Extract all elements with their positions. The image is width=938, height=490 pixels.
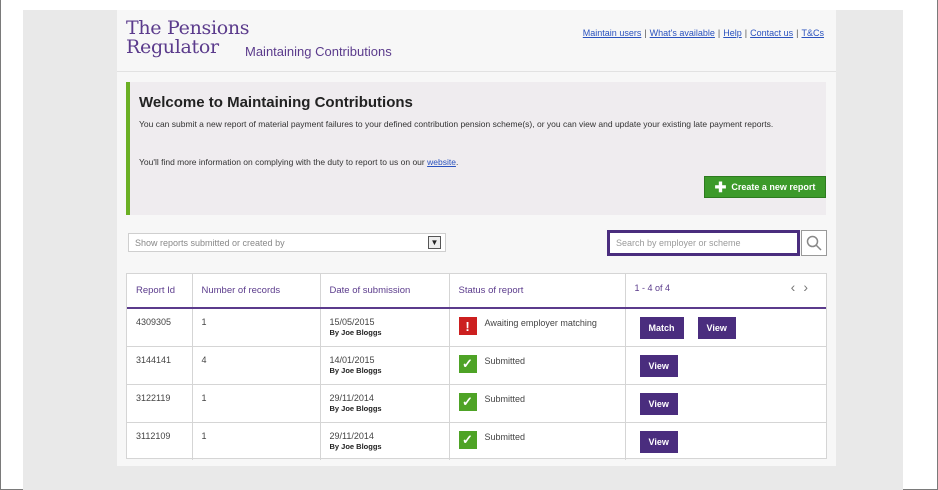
table-header-row: Report Id Number of records Date of subm… <box>127 274 826 309</box>
warning-icon: ! <box>458 317 477 335</box>
site-header: The Pensions Regulator Maintaining Contr… <box>117 10 836 72</box>
table-row: 3122119 1 29/11/2014 By Joe Bloggs ✓ Submi… <box>127 384 826 422</box>
filter-placeholder: Show reports submitted or created by <box>135 238 285 248</box>
top-links: Maintain users | What's available | Help | Con… <box>582 28 825 38</box>
row-actions: View <box>625 346 826 384</box>
table-row: 4309305 1 15/05/2015 By Joe Bloggs ! Await… <box>127 308 826 346</box>
more-info-end: . <box>455 157 459 167</box>
record-count: 1 <box>192 308 321 346</box>
date-value: 14/01/2015 <box>329 354 375 365</box>
whats-available-link[interactable]: What's available <box>650 28 715 38</box>
app-page: The Pensions Regulator Maintaining Contr… <box>117 10 836 466</box>
search-icon <box>806 235 822 251</box>
report-id: 3122119 <box>127 384 193 422</box>
submission-date: 29/11/2014 By Joe Bloggs <box>320 422 450 460</box>
date-value: 29/11/2014 <box>329 430 374 441</box>
check-icon: ✓ <box>458 392 477 411</box>
create-report-button[interactable]: ✚ Create a new report <box>704 176 826 198</box>
row-actions: View <box>625 384 826 422</box>
chevron-down-icon[interactable]: ▼ <box>428 236 441 249</box>
check-icon: ✓ <box>458 430 477 449</box>
date-value: 15/05/2015 <box>329 317 375 327</box>
help-link[interactable]: Help <box>723 28 742 38</box>
app-name: Maintaining Contributions <box>245 44 392 59</box>
table-row: 3112109 1 29/11/2014 By Joe Bloggs ✓ Submi… <box>127 422 826 460</box>
submitted-by: By Joe Bloggs <box>329 403 382 413</box>
record-count: 1 <box>192 422 321 460</box>
chevron-left-icon[interactable]: ‹ <box>791 279 804 295</box>
report-id: 3112109 <box>127 422 193 460</box>
welcome-panel: Welcome to Maintaining Contributions You… <box>126 82 826 215</box>
report-status: ! Awaiting employer matching <box>449 308 626 346</box>
terms-link[interactable]: T&Cs <box>802 28 825 38</box>
submitted-by: By Joe Bloggs <box>329 365 382 375</box>
search-placeholder: Search by employer or scheme <box>616 238 741 248</box>
plus-icon: ✚ <box>714 179 727 195</box>
submission-date: 29/11/2014 By Joe Bloggs <box>320 384 450 422</box>
submitted-by: By Joe Bloggs <box>329 328 382 337</box>
view-button[interactable]: View <box>639 392 678 415</box>
reports-filter-select[interactable]: Show reports submitted or created by ▼ <box>128 233 446 252</box>
contact-us-link[interactable]: Contact us <box>750 28 793 38</box>
more-info-text: You'll find more information on complyin… <box>139 157 428 167</box>
pager-count: 1 - 4 of 4 <box>634 283 671 293</box>
report-status: ✓ Submitted <box>449 346 626 384</box>
report-status: ✓ Submitted <box>449 384 626 422</box>
search-input[interactable]: Search by employer or scheme <box>607 230 800 256</box>
col-report-id[interactable]: Report Id <box>127 274 193 309</box>
row-actions: Match View <box>625 308 826 346</box>
status-text: Submitted <box>484 431 526 442</box>
website-link[interactable]: website <box>427 157 456 167</box>
report-id: 3144141 <box>127 346 193 384</box>
view-button[interactable]: View <box>639 354 678 377</box>
date-value: 29/11/2014 <box>329 392 374 403</box>
report-status: ✓ Submitted <box>449 422 626 460</box>
col-number-of-records[interactable]: Number of records <box>192 274 321 309</box>
status-text: Submitted <box>484 355 526 366</box>
welcome-intro: You can submit a new report of material … <box>139 119 774 129</box>
record-count: 1 <box>192 384 321 422</box>
chevron-right-icon[interactable]: › <box>803 279 816 295</box>
pagination: 1 - 4 of 4 ‹› <box>625 274 826 309</box>
col-date-of-submission[interactable]: Date of submission <box>320 274 450 309</box>
status-text: Awaiting employer matching <box>484 318 597 328</box>
check-icon: ✓ <box>458 354 477 373</box>
report-id: 4309305 <box>127 308 193 346</box>
table-row: 3144141 4 14/01/2015 By Joe Bloggs ✓ Submi… <box>127 346 826 384</box>
search-button[interactable] <box>801 230 827 256</box>
status-text: Submitted <box>484 393 526 404</box>
row-actions: View <box>625 422 826 460</box>
match-button[interactable]: Match <box>639 317 684 339</box>
submission-date: 15/05/2015 By Joe Bloggs <box>320 308 450 346</box>
create-report-label: Create a new report <box>731 182 816 192</box>
record-count: 4 <box>192 346 321 384</box>
view-button[interactable]: View <box>639 430 678 453</box>
pager-nav: ‹› <box>791 279 816 295</box>
logo[interactable]: The Pensions Regulator <box>126 19 250 58</box>
view-button[interactable]: View <box>697 317 736 339</box>
col-status-of-report[interactable]: Status of report <box>449 274 626 309</box>
welcome-more-info: You'll find more information on complyin… <box>139 156 825 169</box>
submitted-by: By Joe Bloggs <box>329 441 382 451</box>
logo-line-2: Regulator <box>126 36 219 58</box>
submission-date: 14/01/2015 By Joe Bloggs <box>320 346 450 384</box>
welcome-title: Welcome to Maintaining Contributions <box>139 94 413 111</box>
maintain-users-link[interactable]: Maintain users <box>583 28 642 38</box>
reports-table: Report Id Number of records Date of subm… <box>126 273 827 460</box>
